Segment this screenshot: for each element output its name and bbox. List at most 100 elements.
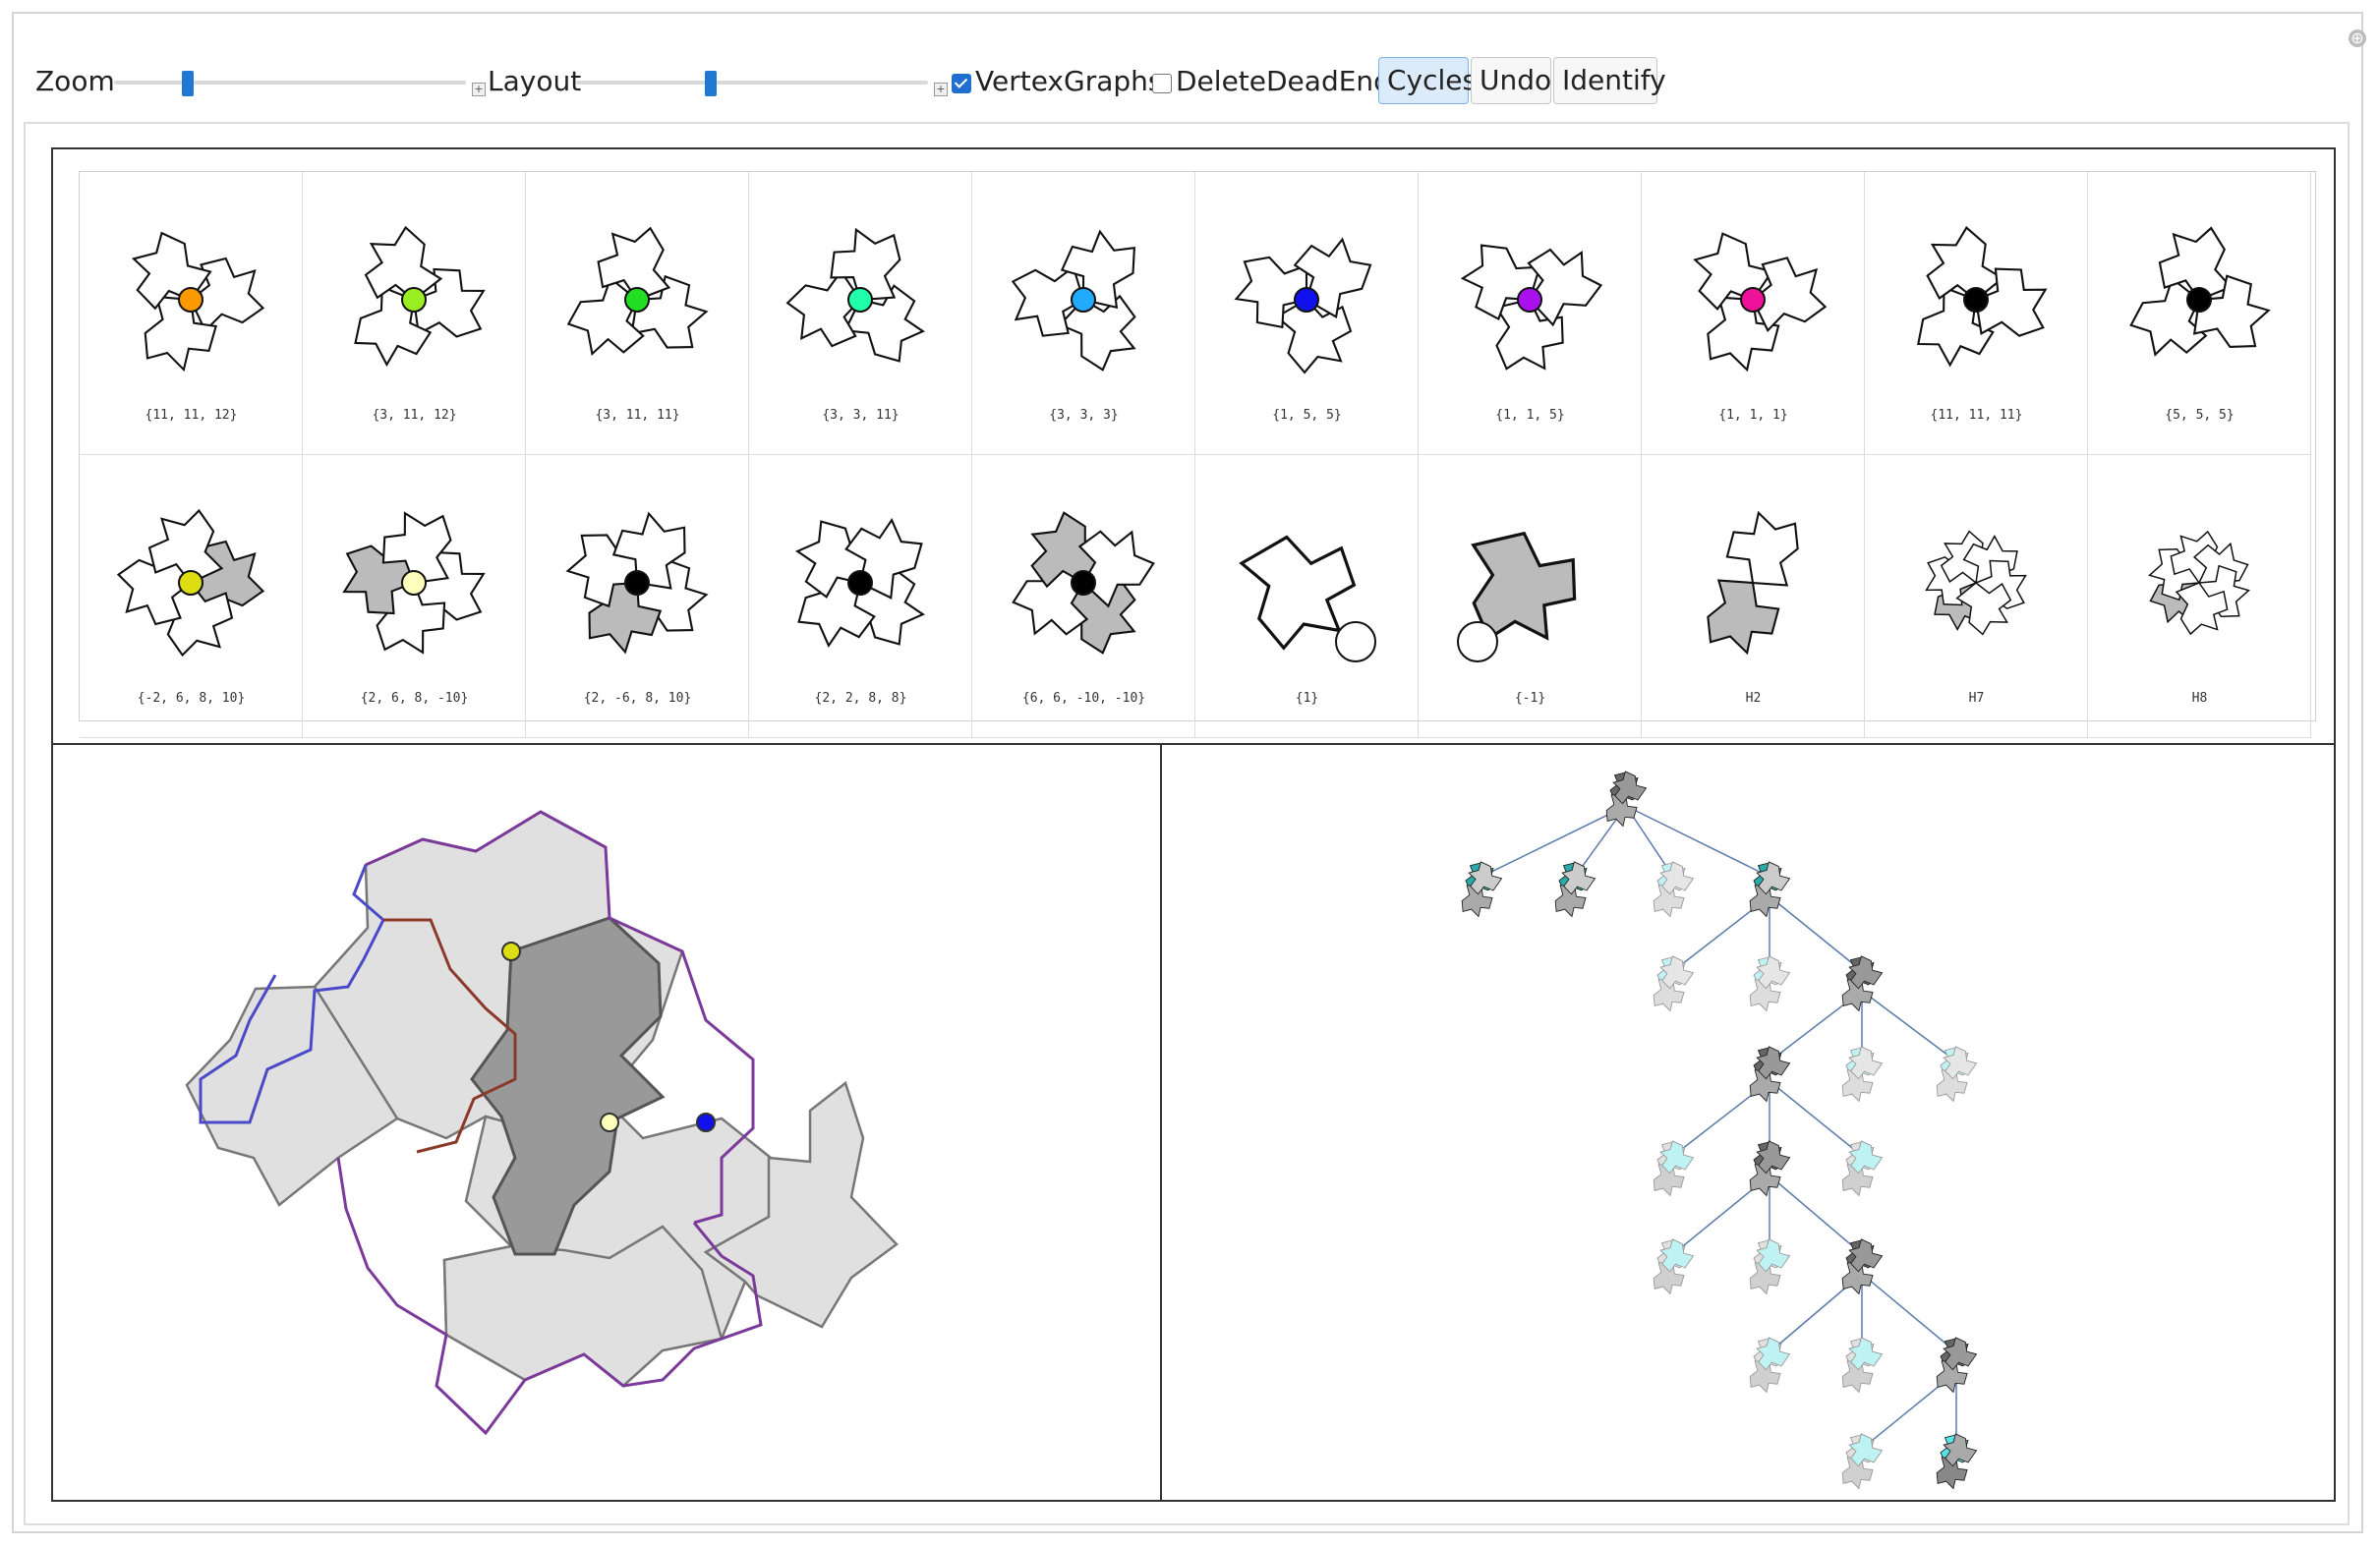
tree-node[interactable] (1743, 1234, 1793, 1299)
gallery-cell[interactable]: H8 (2088, 455, 2311, 738)
zoom-label: Zoom (35, 65, 115, 97)
gallery-cell-label: {1} (1295, 691, 1319, 706)
gallery-cell[interactable]: {-2, 6, 8, 10} (80, 455, 303, 738)
gallery-cell[interactable]: {-1} (1419, 455, 1642, 738)
zoom-expand-icon[interactable]: + (472, 83, 486, 96)
vertex-dot (624, 570, 650, 596)
deletedeadends-checkbox[interactable] (1152, 74, 1172, 93)
vertex-dot (1294, 287, 1319, 313)
tree-edge (1480, 805, 1627, 878)
gallery-cell[interactable]: {2, 6, 8, -10} (303, 455, 526, 738)
gallery-cell-label: {11, 11, 12} (145, 408, 238, 423)
tree-edge (1625, 805, 1770, 878)
gallery-cell-label: H2 (1745, 691, 1762, 706)
tree-node[interactable] (1647, 1136, 1697, 1201)
tree-edge (1861, 1273, 1957, 1353)
layout-slider[interactable] (576, 71, 928, 96)
gallery-cell[interactable]: {1} (1195, 455, 1419, 738)
vertex-dot (401, 570, 427, 596)
gallery-cell-label: {2, -6, 8, 10} (583, 691, 692, 706)
zoom-slider-thumb[interactable] (182, 71, 195, 96)
tree-node[interactable] (1743, 1042, 1793, 1107)
gallery-cell[interactable]: {1, 1, 1} (1642, 172, 1865, 455)
vertex-blue[interactable] (696, 1113, 716, 1132)
gallery-cell[interactable]: {11, 11, 11} (1865, 172, 2088, 455)
vertex-dot (1335, 621, 1376, 662)
vertex-yellow[interactable] (501, 942, 521, 961)
gallery-cell-label: {1, 1, 1} (1718, 408, 1788, 423)
gallery-cell[interactable]: {3, 11, 11} (526, 172, 749, 455)
gallery-cell[interactable]: {2, 2, 8, 8} (749, 455, 972, 738)
vertexgraphs-label: VertexGraphs (975, 65, 1163, 97)
vertex-lightyellow[interactable] (600, 1113, 619, 1132)
tree-node[interactable] (1647, 1234, 1697, 1299)
tree-node[interactable] (1647, 857, 1697, 922)
vertex-dot (1963, 287, 1989, 313)
gallery-cell-label: {1, 5, 5} (1272, 408, 1342, 423)
gallery-cell[interactable]: H2 (1642, 455, 1865, 738)
cycles-button[interactable]: Cycles (1378, 57, 1477, 104)
gallery-cell[interactable]: {3, 3, 3} (972, 172, 1195, 455)
tree-node[interactable] (1835, 1429, 1886, 1494)
gallery-cell-label: {-2, 6, 8, 10} (137, 691, 246, 706)
gallery-cell[interactable]: {6, 6, -10, -10} (972, 455, 1195, 738)
gallery-cell-label: H8 (2191, 691, 2208, 706)
tree-node[interactable] (1835, 1136, 1886, 1201)
gallery-cell[interactable]: H7 (1865, 455, 2088, 738)
vertex-dot (2186, 287, 2212, 313)
tree-node[interactable] (1548, 857, 1598, 922)
gallery-cell-label: {2, 6, 8, -10} (360, 691, 469, 706)
tree-node[interactable] (1835, 1042, 1886, 1107)
undo-button[interactable]: Undo (1471, 57, 1551, 104)
vertex-dot (401, 287, 427, 313)
tree-node[interactable] (1743, 1333, 1793, 1398)
tree-node[interactable] (1835, 951, 1886, 1016)
gallery-cell-label: {3, 3, 3} (1049, 408, 1119, 423)
gallery-cell-label: {11, 11, 11} (1930, 408, 2023, 423)
gallery-cell-label: {3, 3, 11} (822, 408, 900, 423)
tree-node[interactable] (1835, 1333, 1886, 1398)
tree-edge (1861, 990, 1957, 1062)
tree-node[interactable] (1930, 1429, 1980, 1494)
tree-node[interactable] (1743, 951, 1793, 1016)
gallery-cell[interactable]: {5, 5, 5} (2088, 172, 2311, 455)
gallery-cell[interactable]: {2, -6, 8, 10} (526, 455, 749, 738)
layout-expand-icon[interactable]: + (934, 83, 948, 96)
tree-node[interactable] (1930, 1042, 1980, 1107)
vertexgraphs-checkbox[interactable] (952, 74, 971, 93)
layout-slider-thumb[interactable] (705, 71, 718, 96)
tiling-view[interactable] (53, 745, 1160, 1500)
tree-edge (1769, 895, 1863, 972)
vertex-dot (1071, 287, 1096, 313)
tree-node[interactable] (1455, 857, 1505, 922)
identify-button[interactable]: Identify (1553, 57, 1666, 104)
vertex-dot (178, 570, 203, 596)
vertex-gallery: {11, 11, 12} {3, 11, 12} {3, 11, 11} {3, 3,… (79, 171, 2316, 738)
deletedeadends-label: DeleteDeadEnds (1176, 65, 1406, 97)
gallery-cell-label: {1, 1, 5} (1495, 408, 1565, 423)
vertex-dot (624, 287, 650, 313)
tree-node[interactable] (1647, 951, 1697, 1016)
close-icon[interactable]: ⊕ (2349, 29, 2366, 47)
gallery-cell[interactable]: {3, 3, 11} (749, 172, 972, 455)
layout-label: Layout (488, 65, 582, 97)
tree-node[interactable] (1599, 767, 1650, 831)
vertex-dot (1457, 621, 1498, 662)
gallery-cell[interactable]: {1, 1, 5} (1419, 172, 1642, 455)
gallery-cell-label: {2, 2, 8, 8} (814, 691, 907, 706)
main-panel: {11, 11, 12} {3, 11, 12} {3, 11, 11} {3, 3,… (51, 147, 2336, 1502)
gallery-cell-label: {-1} (1514, 691, 1546, 706)
gallery-cell[interactable]: {1, 5, 5} (1195, 172, 1419, 455)
vertex-dot (1517, 287, 1542, 313)
gallery-cell-label: {3, 11, 12} (372, 408, 457, 423)
vertex-dot (847, 570, 873, 596)
search-tree-view[interactable] (1162, 745, 2334, 1500)
vertex-dot (1740, 287, 1766, 313)
gallery-cell[interactable]: {11, 11, 12} (80, 172, 303, 455)
vertex-dot (178, 287, 203, 313)
gallery-cell[interactable]: {3, 11, 12} (303, 172, 526, 455)
gallery-cell-label: {3, 11, 11} (595, 408, 680, 423)
gallery-cell-label: H7 (1968, 691, 1985, 706)
vertex-dot (1071, 570, 1096, 596)
zoom-slider[interactable] (114, 71, 466, 96)
